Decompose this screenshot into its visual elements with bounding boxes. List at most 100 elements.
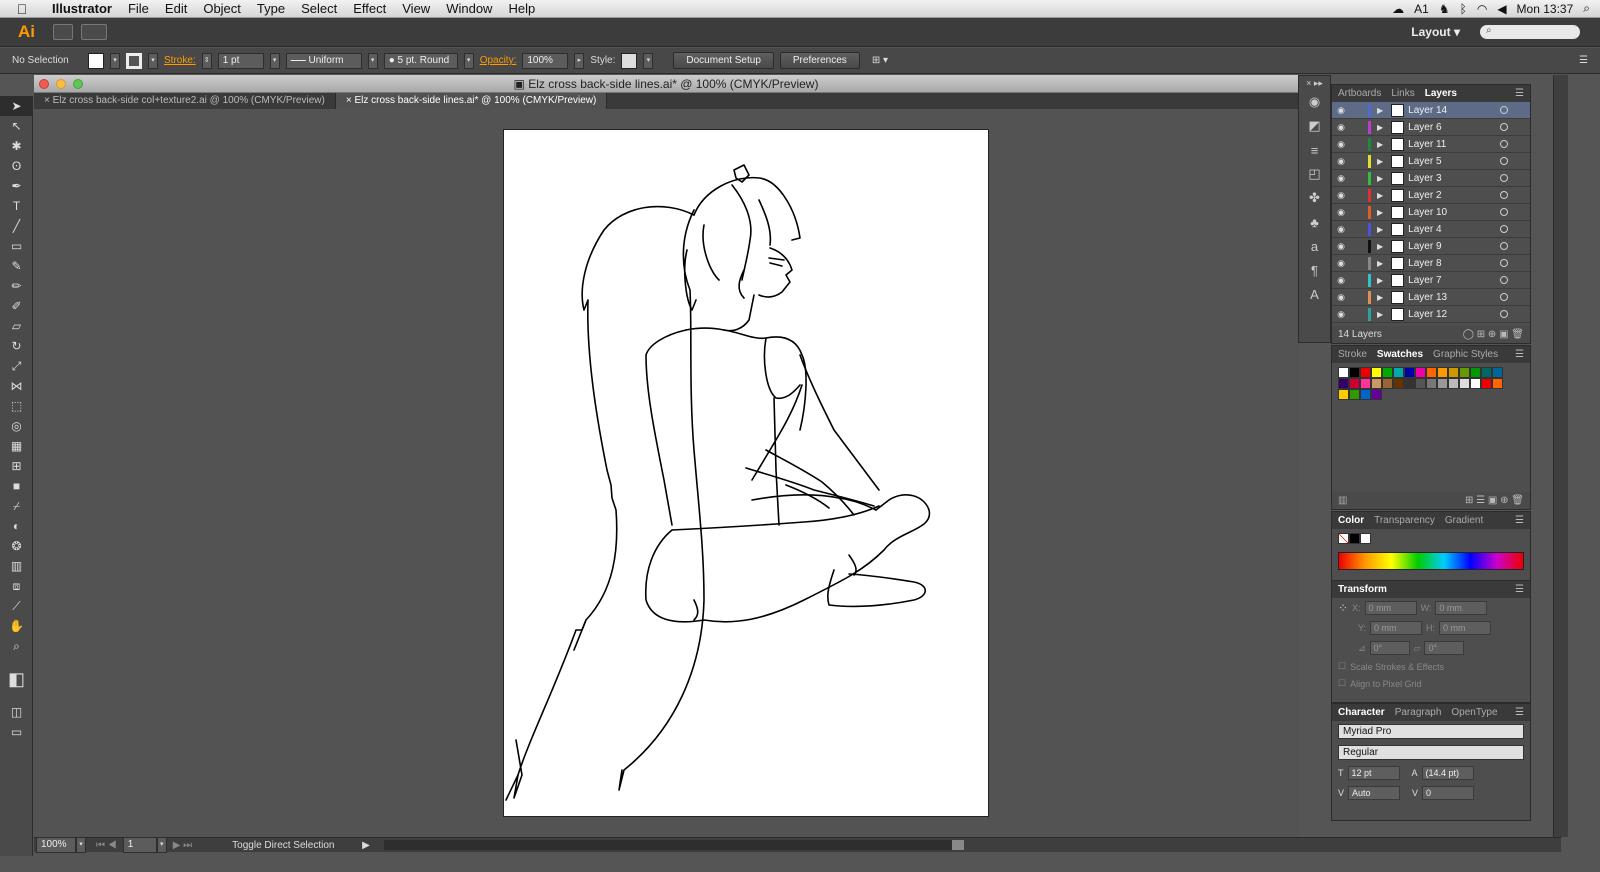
- color-swatch[interactable]: [1371, 367, 1382, 378]
- visibility-eye-icon[interactable]: ◉: [1332, 258, 1350, 269]
- font-family-select[interactable]: Myriad Pro: [1338, 724, 1524, 739]
- visibility-eye-icon[interactable]: ◉: [1332, 173, 1350, 184]
- swatch-libraries-icon[interactable]: ▥: [1338, 495, 1347, 506]
- fill-swatch[interactable]: [88, 52, 104, 69]
- color-swatch[interactable]: [1382, 367, 1393, 378]
- expand-triangle-icon[interactable]: ▶: [1377, 310, 1383, 319]
- color-swatch[interactable]: [1393, 378, 1404, 389]
- color-swatch[interactable]: [1481, 367, 1492, 378]
- color-swatch[interactable]: [1382, 378, 1393, 389]
- character-menu-icon[interactable]: ☰: [1515, 707, 1530, 718]
- color-swatch[interactable]: [1448, 367, 1459, 378]
- tab-lines[interactable]: × Elz cross back-side lines.ai* @ 100% (…: [335, 93, 608, 109]
- creative-cloud-icon[interactable]: ♞: [1439, 2, 1450, 16]
- leading-field[interactable]: (14.4 pt): [1421, 766, 1474, 780]
- minimize-window-button[interactable]: [56, 79, 66, 89]
- color-swatch[interactable]: [1349, 367, 1360, 378]
- paragraph-styles-icon[interactable]: ¶: [1299, 258, 1330, 282]
- blend-tool-icon[interactable]: ◐: [0, 516, 33, 536]
- document-setup-button[interactable]: Document Setup: [673, 52, 774, 69]
- style-swatch[interactable]: [621, 52, 638, 69]
- swatch-actions-icon[interactable]: ⊞ ☰ ▣ ⊕ 🗑: [1465, 495, 1530, 506]
- tab-stroke[interactable]: Stroke: [1338, 349, 1367, 360]
- draw-mode-icon[interactable]: ◫: [0, 702, 33, 722]
- align-pixel-checkbox[interactable]: ☐: [1338, 678, 1346, 689]
- tab-artboards[interactable]: Artboards: [1338, 88, 1381, 99]
- image-trace-icon[interactable]: ◩: [1299, 114, 1330, 138]
- y-field[interactable]: 0 mm: [1370, 621, 1423, 635]
- tab-layers[interactable]: Layers: [1425, 88, 1457, 99]
- color-swatch[interactable]: [1437, 378, 1448, 389]
- black-swatch[interactable]: [1349, 533, 1360, 544]
- zoom-tool-icon[interactable]: ⌕: [0, 636, 33, 656]
- layer-name[interactable]: Layer 13: [1408, 292, 1500, 303]
- screen-mode-icon[interactable]: ▭: [0, 722, 33, 742]
- stroke-weight-field[interactable]: 1 pt: [217, 52, 264, 69]
- artboard[interactable]: [503, 129, 989, 817]
- menu-type[interactable]: Type: [249, 1, 293, 16]
- visibility-eye-icon[interactable]: ◉: [1332, 190, 1350, 201]
- column-graph-tool-icon[interactable]: ▥: [0, 556, 33, 576]
- pen-tool-icon[interactable]: ✒: [0, 176, 33, 196]
- color-swatch[interactable]: [1360, 378, 1371, 389]
- target-circle-icon[interactable]: [1500, 276, 1508, 284]
- tracking-field[interactable]: 0: [1422, 786, 1475, 800]
- visibility-eye-icon[interactable]: ◉: [1332, 156, 1350, 167]
- preferences-button[interactable]: Preferences: [779, 52, 860, 69]
- artboard-dropdown[interactable]: ▾: [156, 837, 167, 853]
- color-swatch[interactable]: [1437, 367, 1448, 378]
- layer-row[interactable]: ◉ ▶ Layer 6: [1332, 119, 1530, 136]
- visibility-eye-icon[interactable]: ◉: [1332, 309, 1350, 320]
- gradient-tool-icon[interactable]: ■: [0, 476, 33, 496]
- variable-width-profile[interactable]: ⎯⎯⎯ Uniform: [285, 52, 362, 69]
- color-guide-icon[interactable]: ◉: [1299, 90, 1330, 114]
- layer-row[interactable]: ◉ ▶ Layer 10: [1332, 204, 1530, 221]
- color-swatch[interactable]: [1371, 378, 1382, 389]
- align-options-icon[interactable]: ⊞ ▾: [872, 55, 888, 66]
- shape-builder-tool-icon[interactable]: ◎: [0, 416, 33, 436]
- pencil-tool-icon[interactable]: ✏: [0, 276, 33, 296]
- layer-name[interactable]: Layer 10: [1408, 207, 1500, 218]
- layer-row[interactable]: ◉ ▶ Layer 9: [1332, 238, 1530, 255]
- clock[interactable]: Mon 13:37: [1517, 2, 1574, 16]
- tab-swatches[interactable]: Swatches: [1377, 349, 1423, 360]
- apple-icon[interactable]: : [0, 1, 44, 17]
- visibility-eye-icon[interactable]: ◉: [1332, 292, 1350, 303]
- color-swatch[interactable]: [1360, 389, 1371, 400]
- menu-window[interactable]: Window: [438, 1, 500, 16]
- rectangle-tool-icon[interactable]: ▭: [0, 236, 33, 256]
- symbol-sprayer-tool-icon[interactable]: ❂: [0, 536, 33, 556]
- layer-name[interactable]: Layer 4: [1408, 224, 1500, 235]
- style-dropdown[interactable]: ▾: [643, 52, 654, 69]
- workspace-switcher[interactable]: Layout ▾: [1411, 25, 1480, 39]
- color-swatch[interactable]: [1470, 378, 1481, 389]
- control-bar-menu-icon[interactable]: ☰: [1579, 55, 1600, 66]
- shear-field[interactable]: 0°: [1424, 641, 1465, 655]
- color-swatch[interactable]: [1459, 367, 1470, 378]
- layer-name[interactable]: Layer 9: [1408, 241, 1500, 252]
- layer-actions-icon[interactable]: ◯ ⊞ ⊕ ▣ 🗑: [1463, 329, 1530, 340]
- paintbrush-tool-icon[interactable]: ✎: [0, 256, 33, 276]
- expand-triangle-icon[interactable]: ▶: [1377, 191, 1383, 200]
- swatch-grid[interactable]: [1332, 363, 1517, 404]
- color-spectrum[interactable]: [1338, 552, 1524, 570]
- canvas-area[interactable]: [34, 109, 1298, 837]
- stroke-weight-dropdown[interactable]: ▾: [269, 52, 280, 69]
- opacity-label[interactable]: Opacity:: [480, 55, 517, 66]
- visibility-eye-icon[interactable]: ◉: [1332, 207, 1350, 218]
- layer-name[interactable]: Layer 8: [1408, 258, 1500, 269]
- target-circle-icon[interactable]: [1500, 140, 1508, 148]
- expand-triangle-icon[interactable]: ▶: [1377, 157, 1383, 166]
- tab-transparency[interactable]: Transparency: [1374, 515, 1435, 526]
- wifi-icon[interactable]: ◠: [1477, 2, 1487, 16]
- layer-row[interactable]: ◉ ▶ Layer 11: [1332, 136, 1530, 153]
- tab-col-texture[interactable]: × Elz cross back-side col+texture2.ai @ …: [34, 93, 336, 109]
- zoom-window-button[interactable]: [73, 79, 83, 89]
- last-artboard-icon[interactable]: ▶ ⏭: [173, 840, 192, 851]
- first-artboard-icon[interactable]: ⏮ ◀: [96, 840, 117, 851]
- layer-name[interactable]: Layer 2: [1408, 190, 1500, 201]
- tab-paragraph[interactable]: Paragraph: [1395, 707, 1442, 718]
- target-circle-icon[interactable]: [1500, 225, 1508, 233]
- kerning-field[interactable]: Auto: [1348, 786, 1401, 800]
- layer-row[interactable]: ◉ ▶ Layer 2: [1332, 187, 1530, 204]
